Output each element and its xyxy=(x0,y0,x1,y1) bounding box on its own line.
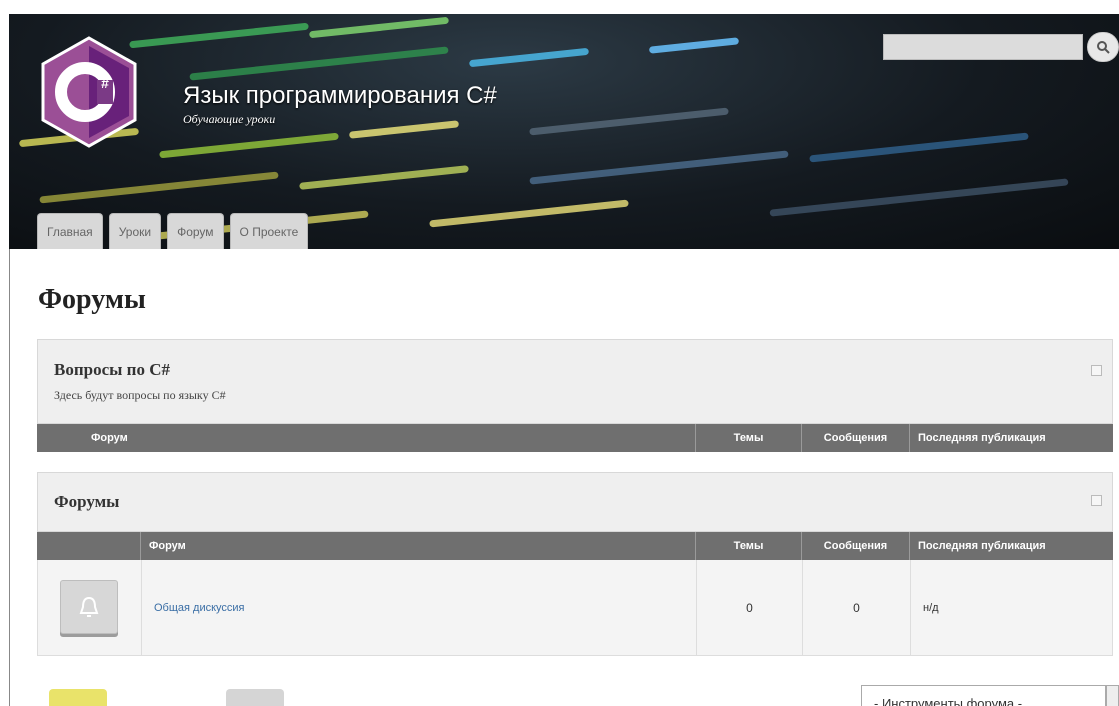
banner-decoration xyxy=(809,132,1029,163)
search-input[interactable] xyxy=(883,34,1083,60)
table-header: Форум Темы Сообщения Последняя публикаци… xyxy=(37,532,1113,560)
tab-lessons[interactable]: Уроки xyxy=(108,213,162,249)
site-header: # Язык программирования C# Обучающие уро… xyxy=(9,14,1119,249)
site-subtitle: Обучающие уроки xyxy=(183,112,276,126)
category-description: Здесь будут вопросы по языку C# xyxy=(54,388,226,402)
last-post: н/д xyxy=(910,560,1113,655)
topics-count: 0 xyxy=(696,560,802,655)
main-nav: Главная Уроки Форум О Проекте xyxy=(37,213,309,249)
svg-text:#: # xyxy=(101,75,109,91)
tab-forum[interactable]: Форум xyxy=(167,213,224,249)
collapse-icon[interactable] xyxy=(1091,365,1102,376)
column-header-topics: Темы xyxy=(695,532,801,560)
csharp-logo: # xyxy=(41,36,137,148)
column-header-forum: Форум xyxy=(91,432,128,444)
table-header: Форум Темы Сообщения Последняя публикаци… xyxy=(37,424,1113,452)
banner-decoration xyxy=(468,47,590,68)
column-header-last-post: Последняя публикация xyxy=(909,532,1113,560)
forum-link[interactable]: Общая дискуссия xyxy=(154,602,245,614)
category-title: Форумы xyxy=(54,492,120,511)
banner-decoration xyxy=(529,107,729,136)
banner-decoration xyxy=(299,165,469,190)
table-row: Общая дискуссия 0 0 н/д xyxy=(37,560,1113,656)
forum-name-cell: Общая дискуссия xyxy=(141,560,696,655)
column-header-posts: Сообщения xyxy=(801,532,909,560)
category-title: Вопросы по C# xyxy=(54,360,170,379)
tab-home[interactable]: Главная xyxy=(37,213,103,249)
posts-count: 0 xyxy=(802,560,910,655)
banner-decoration xyxy=(159,132,339,159)
column-header-topics: Темы xyxy=(695,424,801,452)
search-icon xyxy=(1097,41,1110,54)
chevron-down-icon[interactable] xyxy=(1106,685,1119,706)
banner-decoration xyxy=(39,171,279,204)
forum-status-icon xyxy=(60,580,118,634)
column-header-last-post: Последняя публикация xyxy=(909,424,1113,452)
search-button[interactable] xyxy=(1087,32,1119,62)
page-title: Форумы xyxy=(38,284,146,315)
banner-decoration xyxy=(348,120,460,139)
banner-decoration xyxy=(648,37,740,54)
legend-no-new-posts-icon xyxy=(226,689,284,706)
banner-decoration xyxy=(769,178,1069,217)
category-header: Форумы xyxy=(37,472,1113,532)
column-header-forum: Форум xyxy=(140,532,695,560)
site-title: Язык программирования C# xyxy=(183,82,497,109)
tab-about[interactable]: О Проекте xyxy=(229,213,309,249)
bell-icon xyxy=(79,596,99,617)
column-header-posts: Сообщения xyxy=(801,424,909,452)
legend-new-posts-icon xyxy=(49,689,107,706)
banner-decoration xyxy=(309,16,449,39)
category-header: Вопросы по C# Здесь будут вопросы по язы… xyxy=(37,339,1113,424)
page-border xyxy=(9,249,10,706)
banner-decoration xyxy=(429,199,629,228)
banner-decoration xyxy=(529,150,789,185)
banner-decoration xyxy=(129,22,309,49)
collapse-icon[interactable] xyxy=(1091,495,1102,506)
forum-tools-select[interactable]: - Инструменты форума - xyxy=(861,685,1106,706)
banner-decoration xyxy=(189,46,449,81)
